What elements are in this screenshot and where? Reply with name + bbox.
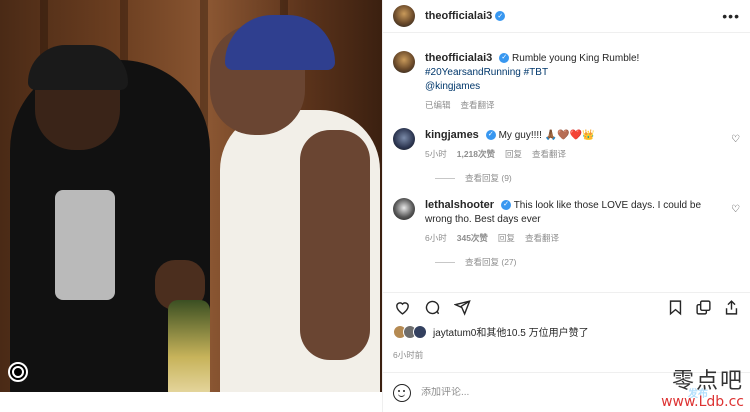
comment-time: 5小时 (425, 149, 447, 159)
commenter-username[interactable]: kingjames (425, 129, 479, 141)
comment-item: kingjames ✓ My guy!!!! 🙏🏾🤎❤️👑 5小时 1,218次赞… (393, 128, 740, 161)
comment-meta: 5小时 1,218次赞 回复 查看翻译 (425, 147, 722, 161)
post-photo[interactable] (0, 0, 382, 392)
watermark: 零点吧 www.Ldb.cc (661, 369, 744, 411)
comment-icon[interactable] (423, 299, 441, 317)
share-icon[interactable] (453, 299, 471, 317)
author-avatar[interactable] (393, 51, 415, 73)
post-header: theofficialai3 ✓ ••• (383, 0, 750, 33)
tagged-users-icon[interactable] (8, 362, 28, 382)
comment-body: kingjames ✓ My guy!!!! 🙏🏾🤎❤️👑 5小时 1,218次赞… (425, 128, 740, 161)
bookmark-icon[interactable] (666, 299, 684, 317)
translate-link[interactable]: 查看翻译 (532, 147, 566, 161)
comment-body: lethalshooter ✓ This look like those LOVE… (425, 198, 740, 245)
comment-time: 6小时 (425, 233, 447, 243)
replies-divider (435, 177, 455, 179)
emoji-icon[interactable] (393, 383, 411, 402)
verified-icon: ✓ (495, 11, 506, 21)
caption-translate-link[interactable]: 查看翻译 (461, 98, 495, 112)
caption-username[interactable]: theofficialai3 (425, 52, 492, 64)
commenter-avatar[interactable] (393, 128, 415, 150)
post-timestamp[interactable]: 6小时前 (393, 349, 423, 361)
reply-button[interactable]: 回复 (505, 147, 522, 161)
commenter-username[interactable]: lethalshooter (425, 199, 494, 211)
post-photo-pane (0, 0, 382, 412)
person-right-arm (300, 130, 370, 360)
comment-like-heart-icon[interactable]: ♡ (731, 204, 740, 215)
liker-avatars (393, 324, 427, 339)
view-replies-label[interactable]: 查看回复 (27) (465, 256, 516, 268)
view-replies-label[interactable]: 查看回复 (9) (465, 172, 512, 184)
person-left-cap (28, 45, 128, 90)
caption-hashtags[interactable]: #20YearsandRunning #TBT (425, 67, 548, 78)
verified-icon: ✓ (501, 200, 512, 211)
replies-divider (435, 261, 455, 263)
person-right-cap (225, 15, 335, 70)
view-replies[interactable]: 查看回复 (27) (435, 256, 740, 268)
shirt-graphic (55, 190, 115, 300)
action-bar (383, 292, 750, 322)
likes-text[interactable]: jaytatum0和其他10.5 万位用户赞了 (433, 324, 589, 339)
post-sidebar: theofficialai3 ✓ ••• theofficialai3 ✓ Rum… (382, 0, 750, 412)
comments-list: theofficialai3 ✓ Rumble young King Rumble… (383, 40, 750, 290)
comment-item: lethalshooter ✓ This look like those LOVE… (393, 198, 740, 245)
caption-text: Rumble young King Rumble! (512, 53, 640, 64)
comment-input[interactable] (421, 387, 601, 398)
watermark-url: www.Ldb.cc (661, 394, 744, 410)
comment-meta: 6小时 345次赞 回复 查看翻译 (425, 231, 722, 245)
caption: theofficialai3 ✓ Rumble young King Rumble… (393, 51, 740, 112)
caption-mention[interactable]: @kingjames (425, 81, 480, 92)
copy-icon[interactable] (694, 299, 712, 317)
heart-icon[interactable] (393, 299, 411, 317)
commenter-avatar[interactable] (393, 198, 415, 220)
bottle (168, 300, 210, 392)
caption-meta: 已编辑 查看翻译 (425, 98, 722, 112)
author-username[interactable]: theofficialai3 (425, 10, 492, 22)
author-avatar[interactable] (393, 5, 415, 27)
share-out-icon[interactable] (722, 299, 740, 317)
verified-icon: ✓ (499, 53, 510, 64)
comment-likes[interactable]: 1,218次赞 (457, 147, 495, 161)
translate-link[interactable]: 查看翻译 (525, 231, 559, 245)
comment-likes[interactable]: 345次赞 (457, 231, 488, 245)
view-replies[interactable]: 查看回复 (9) (435, 172, 740, 184)
caption-body: theofficialai3 ✓ Rumble young King Rumble… (425, 51, 740, 112)
action-bar-right (666, 299, 740, 317)
edited-label: 已编辑 (425, 100, 451, 110)
comment-like-heart-icon[interactable]: ♡ (731, 134, 740, 145)
verified-icon: ✓ (485, 130, 496, 141)
likes-summary[interactable]: jaytatum0和其他10.5 万位用户赞了 (393, 324, 740, 339)
watermark-chinese: 零点吧 (671, 369, 744, 394)
comment-text: My guy!!!! 🙏🏾🤎❤️👑 (498, 130, 595, 141)
reply-button[interactable]: 回复 (498, 231, 515, 245)
more-icon[interactable]: ••• (722, 8, 740, 24)
